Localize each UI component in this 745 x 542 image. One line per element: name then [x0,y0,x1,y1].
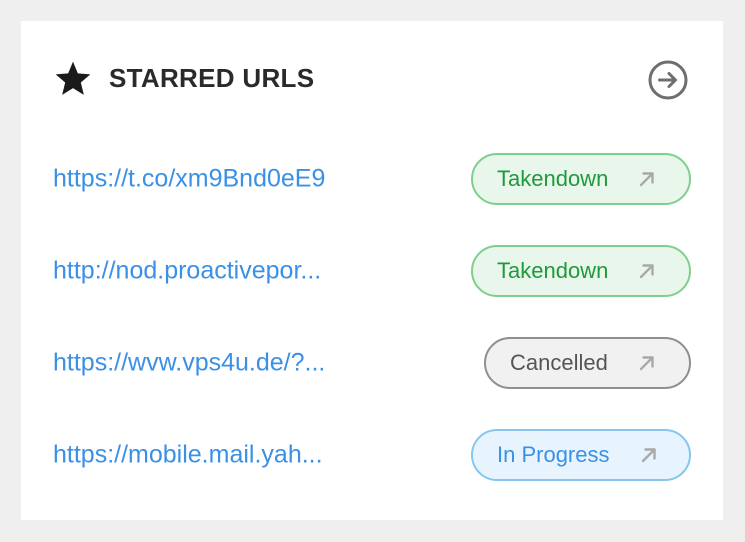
arrow-right-circle-icon[interactable] [647,59,689,101]
url-link[interactable]: https://mobile.mail.yah... [53,441,323,470]
status-badge[interactable]: Takendown [471,153,691,205]
url-row: https://mobile.mail.yah... In Progress [53,429,691,481]
status-label: Takendown [497,166,609,191]
status-label: Cancelled [510,350,608,375]
url-row: https://t.co/xm9Bnd0eE9 Takendown [53,153,691,205]
star-icon [55,61,91,95]
arrow-up-right-icon [640,264,655,279]
url-link[interactable]: https://wvw.vps4u.de/?... [53,349,325,378]
arrow-up-right-icon [641,448,656,463]
starred-urls-card: STARRED URLS https://t.co/xm9Bnd0eE9 Tak… [21,21,723,520]
status-label: Takendown [497,258,609,283]
url-row: http://nod.proactivepor... Takendown [53,245,691,297]
url-link[interactable]: https://t.co/xm9Bnd0eE9 [53,165,325,194]
status-label: In Progress [497,442,610,467]
url-row: https://wvw.vps4u.de/?... Cancelled [53,337,691,389]
arrow-up-right-icon [640,172,655,187]
card-header: STARRED URLS [53,57,691,101]
url-link[interactable]: http://nod.proactivepor... [53,257,321,286]
card-title: STARRED URLS [109,63,315,93]
status-badge[interactable]: In Progress [471,429,691,481]
arrow-up-right-icon [639,356,654,371]
status-badge[interactable]: Cancelled [484,337,691,389]
status-badge[interactable]: Takendown [471,245,691,297]
